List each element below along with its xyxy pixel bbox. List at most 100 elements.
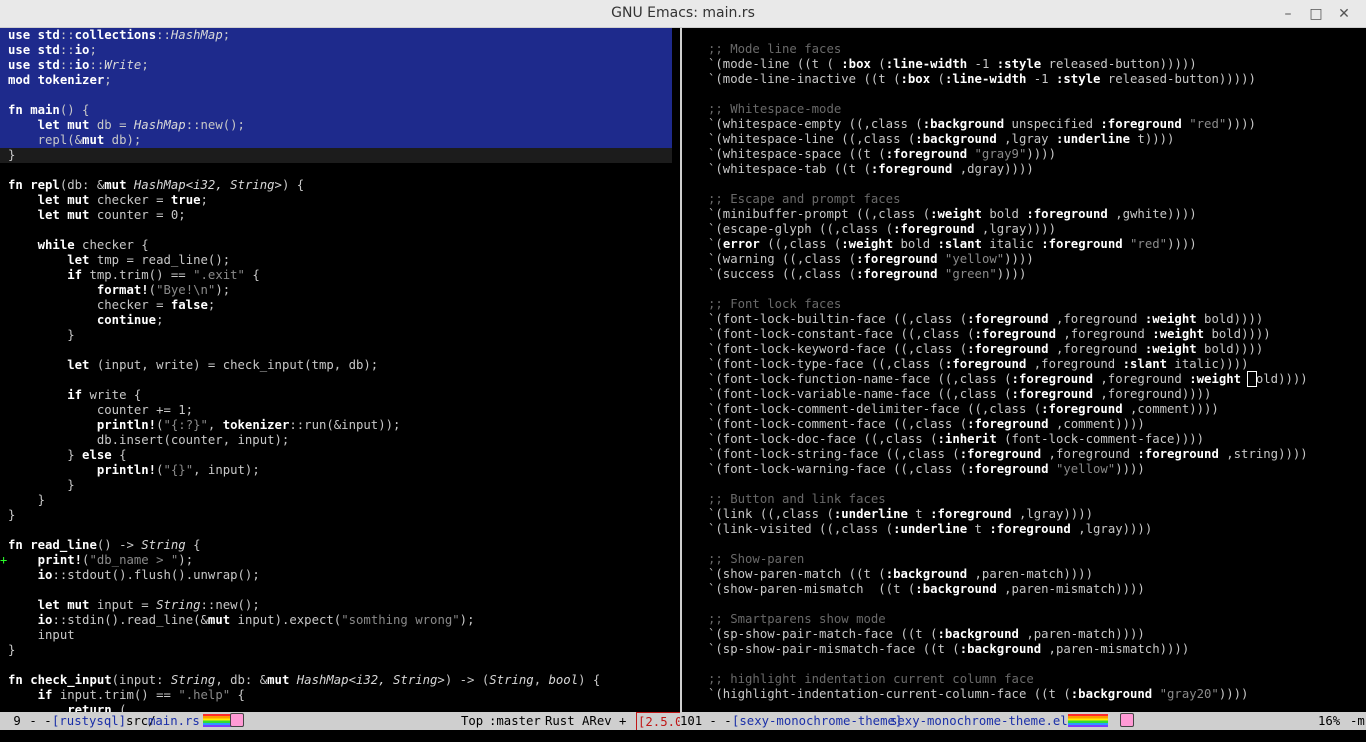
code-line[interactable]: continue; [8, 313, 680, 328]
code-line[interactable]: let mut counter = 0; [8, 208, 680, 223]
code-line[interactable]: } [8, 478, 680, 493]
code-line[interactable]: println!("{}", input); [8, 463, 680, 478]
code-line[interactable]: } [0, 148, 672, 163]
rust-source-buffer[interactable]: use std::collections::HashMap; use std::i… [0, 28, 680, 712]
code-line[interactable]: `(escape-glyph ((,class (:foreground ,lg… [708, 222, 1366, 237]
code-line[interactable]: io::stdin().read_line(&mut input).expect… [8, 613, 680, 628]
code-line[interactable]: `(font-lock-comment-delimiter-face ((,cl… [708, 402, 1366, 417]
git-branch[interactable]: :master [489, 712, 541, 730]
code-line[interactable]: ;; Button and link faces [708, 492, 1366, 507]
code-line[interactable]: use std::collections::HashMap; [0, 28, 672, 43]
code-line[interactable]: while checker { [8, 238, 680, 253]
code-line[interactable]: fn repl(db: &mut HashMap<i32, String>) { [8, 178, 680, 193]
code-line[interactable] [8, 523, 680, 538]
code-line[interactable] [8, 583, 680, 598]
code-line[interactable]: ;; Escape and prompt faces [708, 192, 1366, 207]
code-line[interactable]: let mut db = HashMap::new(); [0, 118, 672, 133]
code-line[interactable]: `(highlight-indentation-current-column-f… [708, 687, 1366, 702]
code-line[interactable]: `(whitespace-empty ((,class (:background… [708, 117, 1366, 132]
code-line[interactable]: let mut checker = true; [8, 193, 680, 208]
code-line[interactable] [708, 177, 1366, 192]
code-line[interactable]: `(minibuffer-prompt ((,class (:weight bo… [708, 207, 1366, 222]
code-line[interactable]: } [8, 328, 680, 343]
code-line[interactable] [8, 163, 680, 178]
code-line[interactable]: } else { [8, 448, 680, 463]
code-line[interactable]: `(mode-line ((t ( :box (:line-width -1 :… [708, 57, 1366, 72]
code-line[interactable]: ;; Show-paren [708, 552, 1366, 567]
code-line[interactable]: io::stdout().flush().unwrap(); [8, 568, 680, 583]
minimize-button[interactable]: – [1278, 4, 1298, 24]
code-line[interactable]: if write { [8, 388, 680, 403]
code-line[interactable]: `(font-lock-warning-face ((,class (:fore… [708, 462, 1366, 477]
code-line[interactable]: `(warning ((,class (:foreground "yellow"… [708, 252, 1366, 267]
echo-area[interactable] [0, 730, 1366, 742]
code-line[interactable]: `(success ((,class (:foreground "green")… [708, 267, 1366, 282]
code-line[interactable] [8, 343, 680, 358]
code-line[interactable]: `(show-paren-match ((t (:background ,par… [708, 567, 1366, 582]
right-editor-pane[interactable]: ;; Mode line faces `(mode-line ((t ( :box… [682, 28, 1366, 712]
code-line[interactable]: let (input, write) = check_input(tmp, db… [8, 358, 680, 373]
code-line[interactable]: use std::io::Write; [0, 58, 672, 73]
code-line[interactable] [708, 477, 1366, 492]
code-line[interactable]: `(whitespace-line ((,class (:background … [708, 132, 1366, 147]
code-line[interactable]: format!("Bye!\n"); [8, 283, 680, 298]
code-line[interactable]: if input.trim() == ".help" { [8, 688, 680, 703]
left-mode-line[interactable]: 9 - - [rustysql] src/ main.rs Top :maste… [0, 712, 680, 730]
code-line[interactable] [708, 657, 1366, 672]
code-line[interactable]: `(font-lock-string-face ((,class (:foreg… [708, 447, 1366, 462]
right-mode-line[interactable]: 101 - - [sexy-monochrome-theme] sexy-mon… [680, 712, 1366, 730]
code-line[interactable]: `(font-lock-constant-face ((,class (:for… [708, 327, 1366, 342]
code-line[interactable] [8, 658, 680, 673]
code-line[interactable]: `(mode-line-inactive ((t (:box (:line-wi… [708, 72, 1366, 87]
code-line[interactable]: fn main() { [0, 103, 672, 118]
major-mode[interactable]: Rust ARev + [545, 712, 626, 730]
code-line[interactable]: } [8, 643, 680, 658]
code-line[interactable]: db.insert(counter, input); [8, 433, 680, 448]
project-name[interactable]: [rustysql] [52, 712, 126, 730]
code-line[interactable]: `(font-lock-type-face ((,class (:foregro… [708, 357, 1366, 372]
code-line[interactable]: use std::io; [0, 43, 672, 58]
code-line[interactable]: `(link-visited ((,class (:underline t :f… [708, 522, 1366, 537]
code-line[interactable] [8, 373, 680, 388]
code-line[interactable]: print!("db_name > "); [8, 553, 680, 568]
code-line[interactable]: `(font-lock-keyword-face ((,class (:fore… [708, 342, 1366, 357]
file-name[interactable]: sexy-monochrome-theme.el [890, 712, 1068, 730]
code-line[interactable] [8, 223, 680, 238]
file-name[interactable]: main.rs [148, 712, 200, 730]
close-button[interactable]: ✕ [1334, 4, 1354, 24]
left-editor-pane[interactable]: use std::collections::HashMap; use std::i… [0, 28, 680, 712]
code-line[interactable]: ;; Smartparens show mode [708, 612, 1366, 627]
code-line[interactable]: let tmp = read_line(); [8, 253, 680, 268]
project-name[interactable]: [sexy-monochrome-theme] [732, 712, 902, 730]
code-line[interactable]: ;; highlight indentation current column … [708, 672, 1366, 687]
code-line[interactable]: `(error ((,class (:weight bold :slant it… [708, 237, 1366, 252]
code-line[interactable]: fn check_input(input: String, db: &mut H… [8, 673, 680, 688]
code-line[interactable]: return ( [8, 703, 680, 712]
code-line[interactable] [708, 87, 1366, 102]
code-line[interactable]: repl(&mut db); [0, 133, 672, 148]
code-line[interactable]: `(font-lock-comment-face ((,class (:fore… [708, 417, 1366, 432]
code-line[interactable] [708, 282, 1366, 297]
code-line[interactable]: ;; Mode line faces [708, 42, 1366, 57]
code-line[interactable]: counter += 1; [8, 403, 680, 418]
code-line[interactable]: fn read_line() -> String { [8, 538, 680, 553]
code-line[interactable]: `(font-lock-doc-face ((,class (:inherit … [708, 432, 1366, 447]
code-line[interactable]: ;; Font lock faces [708, 297, 1366, 312]
code-line[interactable] [708, 537, 1366, 552]
code-line[interactable]: } [8, 493, 680, 508]
code-line[interactable]: if tmp.trim() == ".exit" { [8, 268, 680, 283]
code-line[interactable]: checker = false; [8, 298, 680, 313]
code-line[interactable]: `(whitespace-space ((t (:foreground "gra… [708, 147, 1366, 162]
code-line[interactable]: `(sp-show-pair-match-face ((t (:backgrou… [708, 627, 1366, 642]
code-line[interactable]: } [8, 508, 680, 523]
code-line[interactable]: `(font-lock-builtin-face ((,class (:fore… [708, 312, 1366, 327]
code-line[interactable]: ;; Whitespace-mode [708, 102, 1366, 117]
code-line[interactable] [0, 88, 672, 103]
maximize-button[interactable]: □ [1306, 4, 1326, 24]
elisp-source-buffer[interactable]: ;; Mode line faces `(mode-line ((t ( :box… [708, 42, 1366, 702]
code-line[interactable]: `(show-paren-mismatch ((t (:background ,… [708, 582, 1366, 597]
code-line[interactable]: `(sp-show-pair-mismatch-face ((t (:backg… [708, 642, 1366, 657]
code-line[interactable]: `(link ((,class (:underline t :foregroun… [708, 507, 1366, 522]
code-line[interactable]: mod tokenizer; [0, 73, 672, 88]
code-line[interactable]: let mut input = String::new(); [8, 598, 680, 613]
